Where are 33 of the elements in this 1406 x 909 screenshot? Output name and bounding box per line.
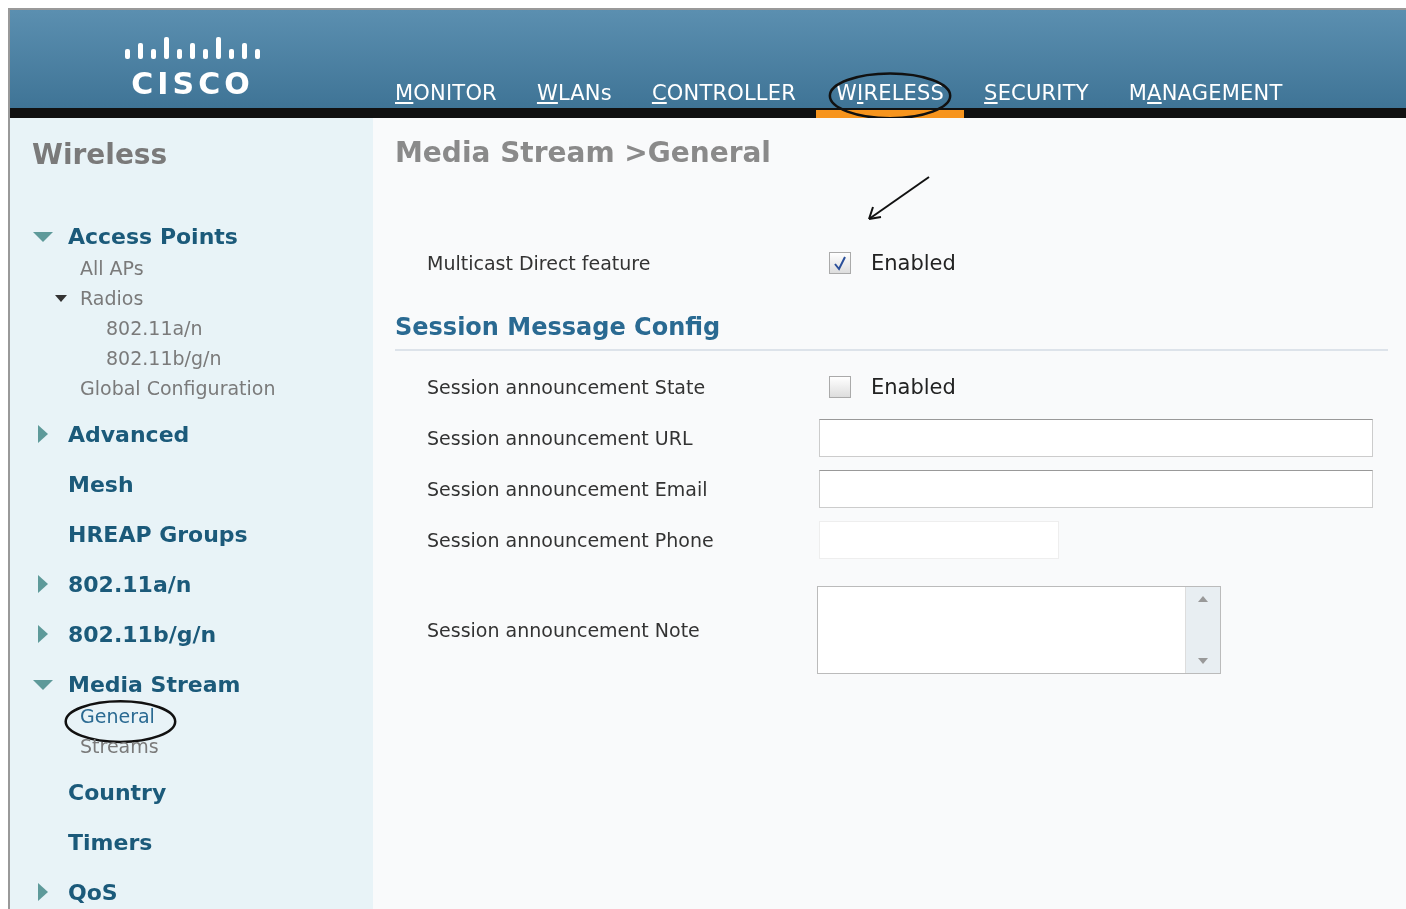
sidebar-item[interactable]: Access Points <box>68 223 238 249</box>
sidebar-subitem[interactable]: 802.11b/g/n <box>106 347 222 369</box>
nav-tab[interactable]: SECURITY <box>964 81 1109 118</box>
sidebar-title: Wireless <box>32 138 168 171</box>
field-label: Multicast Direct feature <box>426 252 652 274</box>
field-label: Session announcement Email <box>426 477 709 500</box>
field-label: Session announcement State <box>426 375 707 398</box>
sidebar-item[interactable]: QoS <box>68 879 118 905</box>
sidebar-item[interactable]: 802.11b/g/n <box>68 621 217 647</box>
sidebar-subitem[interactable]: 802.11a/n <box>106 317 203 339</box>
sidebar-item[interactable]: HREAP Groups <box>68 521 248 547</box>
nav-tab[interactable]: CONTROLLER <box>631 81 816 118</box>
page-title: Media Stream >General <box>395 136 771 169</box>
sidebar-subitem[interactable]: Global Configuration <box>80 377 276 399</box>
sidebar-item[interactable]: Country <box>68 779 167 805</box>
logo-wordmark: CISCO <box>131 66 254 100</box>
sidebar-item[interactable]: Timers <box>68 829 153 855</box>
sidebar-subitem[interactable]: Radios <box>80 287 144 309</box>
checkbox-label: Enabled <box>871 374 956 399</box>
checkbox-label: Enabled <box>871 251 956 275</box>
sidebar-item[interactable]: Media Stream <box>68 671 241 697</box>
section-title: Session Message Config <box>395 313 721 341</box>
nav-tab[interactable]: WLANs <box>516 81 632 118</box>
sidebar-subitem[interactable]: All APs <box>80 257 144 279</box>
sidebar-item[interactable]: 802.11a/n <box>68 571 192 597</box>
field-label: Session announcement Phone <box>426 528 715 551</box>
nav-tab[interactable]: MANAGEMENT <box>1108 81 1303 118</box>
nav-tab[interactable]: MONITOR <box>375 81 517 118</box>
sidebar-item[interactable]: Mesh <box>68 471 134 497</box>
field-label: Session announcement Note <box>426 619 701 641</box>
field-label: Session announcement URL <box>426 426 694 449</box>
sidebar-item[interactable]: Advanced <box>68 421 190 447</box>
sidebar-subitem[interactable]: Streams <box>80 735 159 757</box>
